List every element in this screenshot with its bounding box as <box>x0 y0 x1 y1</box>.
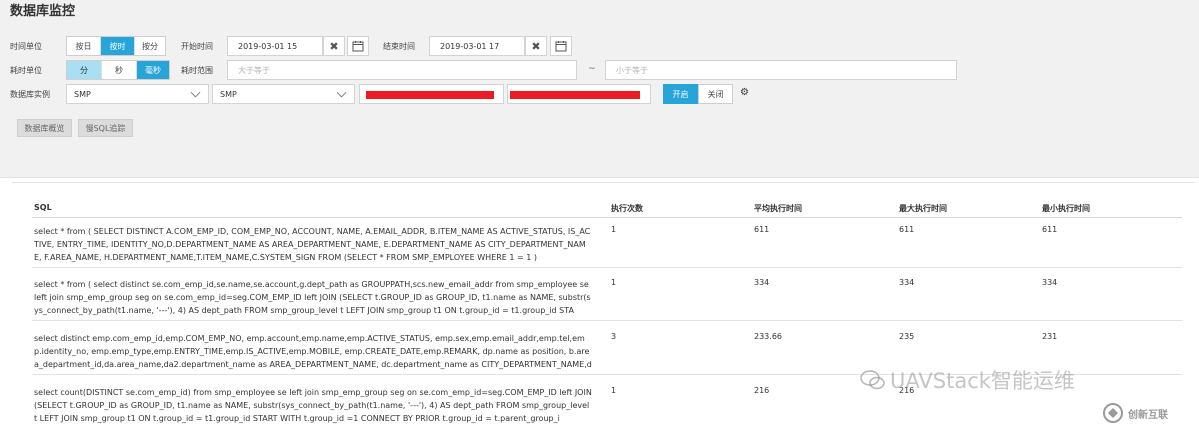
time-unit-day-option[interactable]: 按日 <box>67 37 101 55</box>
sql-text: select * from ( select distinct se.com_e… <box>34 280 591 315</box>
db-instance-select-2-value: SMP <box>220 89 237 99</box>
db-overview-button[interactable]: 数据库概览 <box>17 119 72 137</box>
table-header: SQL 执行次数 平均执行时间 最大执行时间 最小执行时间 <box>32 196 1182 218</box>
elapsed-unit-ms-option[interactable]: 毫秒 <box>137 61 169 79</box>
page-title: 数据库监控 <box>10 4 76 19</box>
db-instance-select-1-value: SMP <box>74 89 91 99</box>
min-time: 231 <box>1042 332 1058 341</box>
filter-bar: 数据库监控 时间单位 按日 按时 按分 开始时间 2019-03-01 15 ✖… <box>0 0 1199 178</box>
time-unit-minute-option[interactable]: 按分 <box>135 37 165 55</box>
db-instance-select-1[interactable]: SMP <box>66 84 209 104</box>
table-row[interactable]: select * from ( select distinct se.com_e… <box>32 272 1182 321</box>
col-sql: SQL <box>34 203 52 212</box>
chevron-down-icon <box>336 91 347 98</box>
sql-text: select distinct emp.com_emp_id,emp.COM_E… <box>34 334 592 369</box>
chevron-down-icon <box>190 91 201 98</box>
exec-count: 1 <box>611 225 617 234</box>
min-time: 334 <box>1042 278 1058 287</box>
avg-time: 334 <box>754 278 770 287</box>
exec-count: 1 <box>611 386 617 395</box>
table-row[interactable]: select * from ( SELECT DISTINCT A.COM_EM… <box>32 219 1182 268</box>
time-unit-label: 时间单位 <box>10 42 42 51</box>
time-unit-segmented: 按日 按时 按分 <box>66 36 166 56</box>
db-instance-select-2[interactable]: SMP <box>212 84 355 104</box>
col-min-time: 最小执行时间 <box>1042 204 1090 213</box>
start-time-calendar-icon[interactable] <box>347 36 369 56</box>
slow-sql-button[interactable]: 慢SQL追踪 <box>78 119 133 137</box>
elapsed-unit-segmented: 分 秒 毫秒 <box>66 60 170 80</box>
wechat-icon <box>860 370 885 390</box>
avg-time: 233.66 <box>754 332 782 341</box>
redaction-mark <box>510 91 640 99</box>
avg-time: 216 <box>754 386 770 395</box>
elapsed-max-input[interactable]: 小于等于 <box>605 60 957 80</box>
sql-text: select * from ( SELECT DISTINCT A.COM_EM… <box>34 227 591 262</box>
range-separator: ~ <box>588 64 596 74</box>
elapsed-range-label: 耗时范围 <box>181 66 213 75</box>
db-instance-label: 数据库实例 <box>10 90 50 99</box>
gear-icon[interactable]: ⚙ <box>740 87 749 98</box>
min-time: 611 <box>1042 225 1058 234</box>
logo-text: 创新互联 <box>1128 409 1168 421</box>
start-time-clear-icon[interactable]: ✖ <box>323 36 345 56</box>
end-time-calendar-icon[interactable] <box>550 36 572 56</box>
enable-button[interactable]: 开启 <box>663 84 698 104</box>
db-instance-select-3[interactable] <box>359 84 504 104</box>
col-avg-time: 平均执行时间 <box>754 204 802 213</box>
brand-logo: 创新互联 <box>1102 400 1192 426</box>
max-time: 334 <box>899 278 915 287</box>
avg-time: 611 <box>754 225 770 234</box>
logo-icon <box>1103 403 1123 423</box>
watermark-text: UAVStack智能运维 <box>890 369 1075 393</box>
elapsed-unit-second-option[interactable]: 秒 <box>102 61 137 79</box>
max-time: 235 <box>899 332 915 341</box>
end-time-clear-icon[interactable]: ✖ <box>525 36 547 56</box>
exec-count: 1 <box>611 278 617 287</box>
elapsed-min-input[interactable]: 大于等于 <box>227 60 577 80</box>
time-unit-hour-option[interactable]: 按时 <box>101 37 135 55</box>
max-time: 611 <box>899 225 915 234</box>
elapsed-unit-minute-option[interactable]: 分 <box>67 61 102 79</box>
col-max-time: 最大执行时间 <box>899 204 947 213</box>
db-instance-select-4[interactable] <box>507 84 651 104</box>
sql-text: select count(DISTINCT se.com_emp_id) fro… <box>34 388 592 423</box>
disable-button[interactable]: 关闭 <box>698 84 733 104</box>
elapsed-unit-label: 耗时单位 <box>10 66 42 75</box>
start-time-label: 开始时间 <box>181 42 213 51</box>
end-time-input[interactable]: 2019-03-01 17 <box>429 36 525 56</box>
col-exec-count: 执行次数 <box>611 204 643 213</box>
end-time-label: 结束时间 <box>383 42 415 51</box>
watermark: UAVStack智能运维 <box>860 365 1075 395</box>
exec-count: 3 <box>611 332 617 341</box>
start-time-input[interactable]: 2019-03-01 15 <box>227 36 323 56</box>
redaction-mark <box>366 91 494 99</box>
